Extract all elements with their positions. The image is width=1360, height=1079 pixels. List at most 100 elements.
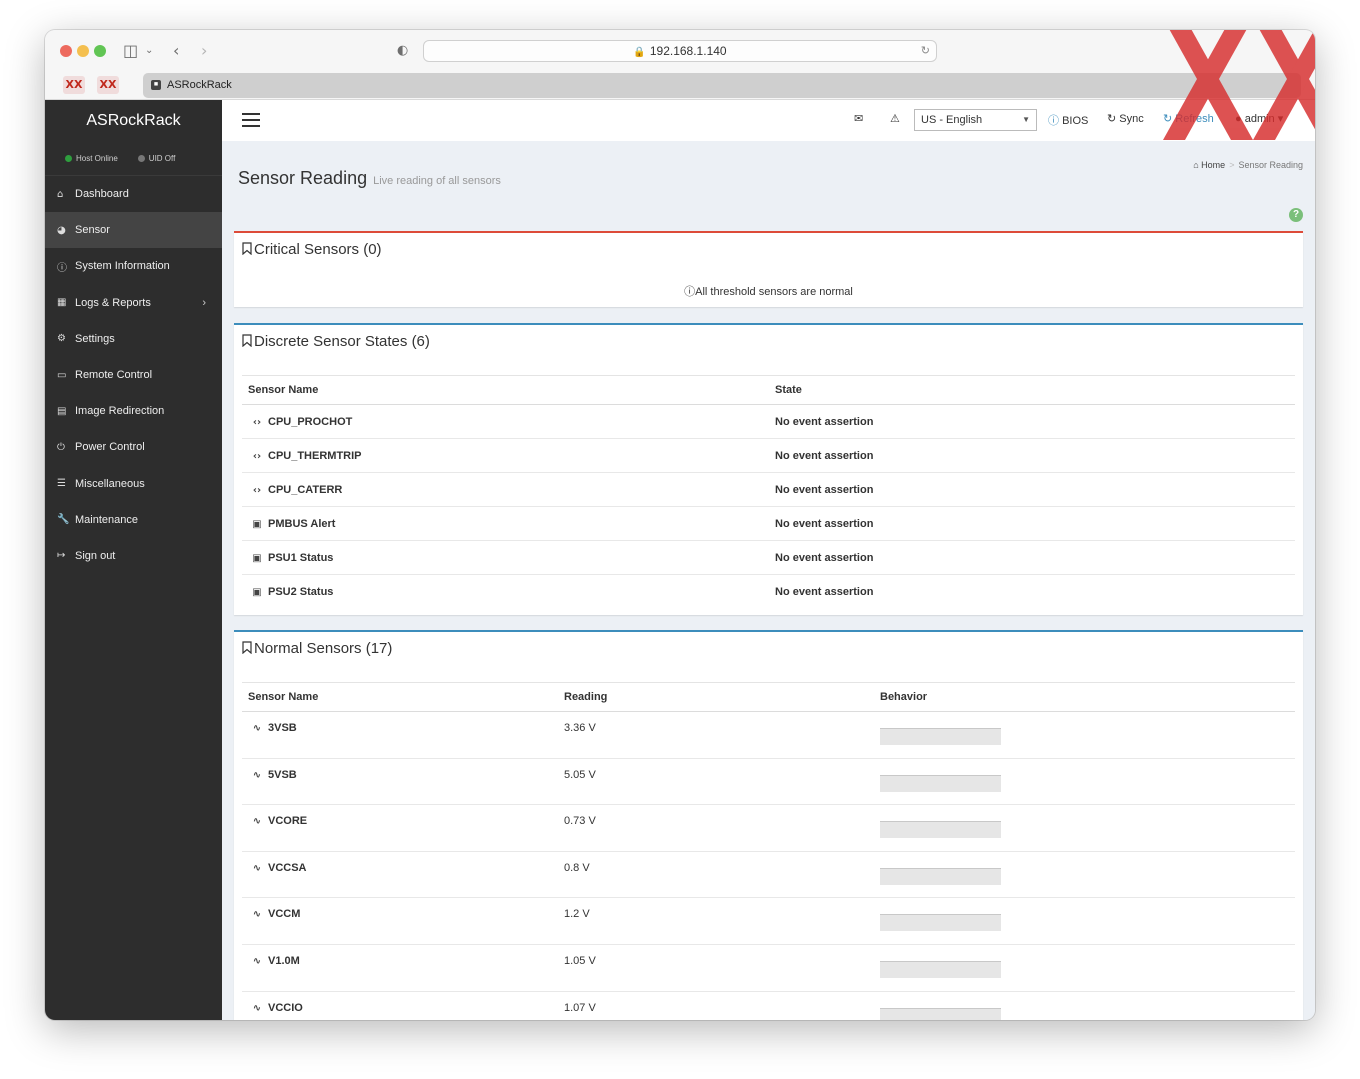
normal-sensors-box: Normal Sensors (17) Sensor Name Reading … — [234, 630, 1303, 1020]
top-navbar: ✉ ⚠ US - English ▼ ⓘ BIOS ↻ Sync ↻ Refre… — [222, 100, 1315, 141]
all-normal-message: ⓘAll threshold sensors are normal — [684, 286, 853, 298]
column-header[interactable]: Behavior — [874, 682, 1295, 712]
behavior-sparkline[interactable] — [880, 1007, 1001, 1020]
bookmark-icon — [242, 641, 252, 654]
active-tab[interactable]: ■ ASRockRack — [143, 73, 1301, 98]
sensor-reading-cell: 1.07 V — [558, 991, 874, 1020]
reload-icon[interactable]: ↻ — [921, 41, 930, 61]
sensor-name-cell: ∿ VCCSA — [242, 851, 558, 899]
sidebar-item-maintenance[interactable]: 🔧 Maintenance — [45, 502, 222, 538]
table-row[interactable]: ∿ VCORE 0.73 V — [242, 804, 1295, 852]
close-window-button[interactable] — [60, 45, 72, 57]
main-content: ✉ ⚠ US - English ▼ ⓘ BIOS ↻ Sync ↻ Refre… — [222, 100, 1315, 1020]
sensor-name-cell: ∿ 3VSB — [242, 711, 558, 759]
table-row[interactable]: ∿ VCCIO 1.07 V — [242, 991, 1295, 1020]
sidebar-item-sign-out[interactable]: ↦ Sign out — [45, 538, 222, 574]
sensor-state-cell: No event assertion — [769, 438, 1295, 473]
table-header-row: Sensor Name State — [242, 375, 1295, 405]
language-select[interactable]: US - English ▼ — [914, 109, 1037, 131]
sensor-name-cell: ▣ PSU1 Status — [242, 540, 769, 575]
table-row[interactable]: ▣ PMBUS Alert No event assertion — [242, 506, 1295, 541]
sidebar-toggle-icon[interactable]: ◫ — [123, 41, 138, 60]
sensor-name-cell: ‹› CPU_THERMTRIP — [242, 438, 769, 473]
table-row[interactable]: ∿ VCCM 1.2 V — [242, 897, 1295, 945]
desktop-icon: ▭ — [57, 369, 67, 381]
behavior-sparkline[interactable] — [880, 728, 1001, 745]
sensor-name-cell: ∿ VCCIO — [242, 991, 558, 1020]
back-arrow-icon[interactable]: ‹ — [173, 41, 179, 60]
zoom-window-button[interactable] — [94, 45, 106, 57]
behavior-sparkline[interactable] — [880, 960, 1001, 978]
breadcrumb-home[interactable]: Home — [1201, 160, 1225, 170]
host-status-dot-icon — [65, 155, 72, 163]
list-icon: ☰ — [57, 478, 66, 490]
column-header[interactable]: Sensor Name — [242, 682, 558, 712]
chevron-down-icon[interactable]: ⌄ — [145, 45, 153, 56]
caret-down-icon: ▼ — [1022, 115, 1030, 124]
sync-link[interactable]: ↻ Sync — [1107, 112, 1144, 125]
table-row[interactable]: ▣ PSU1 Status No event assertion — [242, 540, 1295, 575]
sidebar-item-dashboard[interactable]: ⌂ Dashboard — [45, 176, 222, 212]
discrete-sensors-box: Discrete Sensor States (6) Sensor Name S… — [234, 323, 1303, 615]
sensor-state-cell: No event assertion — [769, 540, 1295, 575]
address-bar[interactable]: 🔒 192.168.1.140 ↻ — [423, 40, 937, 62]
user-icon: ● — [1235, 113, 1242, 125]
table-row[interactable]: ‹› CPU_CATERR No event assertion — [242, 472, 1295, 507]
envelope-icon[interactable]: ✉ — [854, 112, 863, 125]
uid-status[interactable]: UID Off — [137, 154, 175, 163]
bar-chart-icon: ▦ — [57, 297, 67, 309]
critical-sensors-title: Critical Sensors (0) — [234, 233, 1303, 271]
sidebar-item-remote-control[interactable]: ▭ Remote Control — [45, 357, 222, 393]
code-arrows-icon: ‹› — [252, 416, 262, 428]
sidebar-item-miscellaneous[interactable]: ☰ Miscellaneous — [45, 466, 222, 502]
refresh-link[interactable]: ↻ Refresh — [1163, 112, 1214, 125]
sensor-name-cell: ∿ V1.0M — [242, 944, 558, 992]
table-row[interactable]: ▣ PSU2 Status No event assertion — [242, 575, 1295, 609]
bios-link[interactable]: ⓘ BIOS — [1048, 112, 1088, 128]
sidebar-nav: ⌂ Dashboard ◕ Sensor ⓘ System Information ▦… — [45, 176, 222, 574]
behavior-sparkline[interactable] — [880, 821, 1001, 839]
table-header-row: Sensor Name Reading Behavior — [242, 682, 1295, 712]
power-plug-icon: ▣ — [252, 586, 262, 598]
table-row[interactable]: ‹› CPU_THERMTRIP No event assertion — [242, 438, 1295, 473]
sensor-state-cell: No event assertion — [775, 585, 874, 598]
behavior-sparkline[interactable] — [880, 867, 1001, 885]
column-header[interactable]: Sensor Name — [242, 375, 769, 405]
page-header: Sensor Reading Live reading of all sensor… — [222, 141, 1315, 231]
user-menu[interactable]: ● admin ▾ — [1235, 112, 1283, 125]
forward-arrow-icon[interactable]: › — [201, 41, 207, 60]
table-row[interactable]: ‹› CPU_PROCHOT No event assertion — [242, 404, 1295, 439]
hdd-icon: ▤ — [57, 405, 67, 417]
sidebar-item-sensor[interactable]: ◕ Sensor — [45, 212, 222, 249]
browser-toolbar: ◫ ⌄ ‹ › ◐ 🔒 192.168.1.140 ↻ — [45, 30, 1315, 72]
minimize-window-button[interactable] — [77, 45, 89, 57]
code-arrows-icon: ‹› — [252, 450, 262, 462]
help-icon[interactable]: ? — [1289, 208, 1303, 222]
warning-icon[interactable]: ⚠ — [890, 112, 900, 125]
sensor-reading-cell: 3.36 V — [558, 711, 874, 759]
table-row[interactable]: ∿ 5VSB 5.05 V — [242, 758, 1295, 806]
behavior-sparkline[interactable] — [880, 914, 1001, 932]
sidebar-item-image-redirection[interactable]: ▤ Image Redirection — [45, 393, 222, 429]
pinned-tab-favicon[interactable]: XX — [63, 76, 85, 94]
sidebar-item-logs-reports[interactable]: ▦ Logs & Reports › — [45, 285, 222, 321]
tab-title: ASRockRack — [167, 79, 232, 91]
pinned-tab-favicon[interactable]: XX — [97, 76, 119, 94]
column-header[interactable]: State — [769, 375, 1295, 405]
behavior-sparkline[interactable] — [880, 774, 1001, 792]
hamburger-menu-icon[interactable] — [242, 113, 260, 127]
table-row[interactable]: ∿ 3VSB 3.36 V — [242, 711, 1295, 759]
pulse-icon: ∿ — [252, 862, 262, 874]
table-row[interactable]: ∿ VCCSA 0.8 V — [242, 851, 1295, 899]
sensor-reading-cell: 1.05 V — [558, 944, 874, 992]
privacy-shield-icon[interactable]: ◐ — [397, 43, 408, 58]
sidebar-item-system-information[interactable]: ⓘ System Information — [45, 248, 222, 284]
sensor-reading-cell: 0.8 V — [558, 851, 874, 899]
brand-logo[interactable]: ASRockRack — [45, 100, 222, 142]
sidebar-item-settings[interactable]: ⚙ Settings — [45, 321, 222, 357]
table-row[interactable]: ∿ V1.0M 1.05 V — [242, 944, 1295, 992]
home-icon: ⌂ — [1193, 160, 1199, 170]
sidebar-item-power-control[interactable]: ⏻ Power Control — [45, 429, 222, 465]
code-arrows-icon: ‹› — [252, 484, 262, 496]
column-header[interactable]: Reading — [558, 682, 874, 712]
